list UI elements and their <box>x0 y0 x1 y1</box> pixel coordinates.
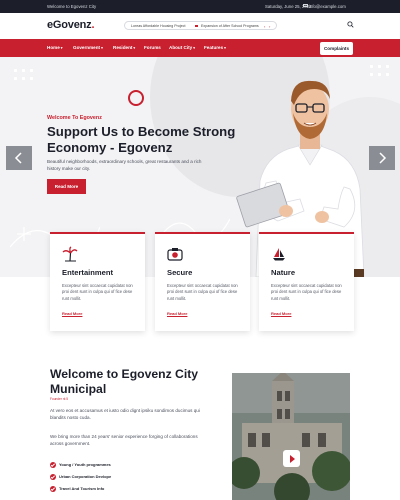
hero-decor-ring <box>128 90 144 106</box>
about-list-label: Urban Corporation Devlope <box>59 474 112 480</box>
feature-card-secure: Secure Excepteur sint occaecat cupidatat… <box>155 232 250 331</box>
chevron-right-icon <box>379 152 387 164</box>
nav-item-government[interactable]: Government▾ <box>73 45 103 50</box>
hero-description: Beautiful neighborhoods, extraordinary s… <box>47 159 202 171</box>
chevron-down-icon: ▾ <box>101 46 103 50</box>
chevron-left-icon <box>14 152 22 164</box>
card-read-more-link[interactable]: Read More <box>167 311 187 316</box>
nav-item-label: About City <box>169 45 193 50</box>
feature-card-nature: Nature Excepteur sint occaecat cupidatat… <box>259 232 354 331</box>
chevron-down-icon: ▾ <box>60 46 63 50</box>
check-icon <box>50 462 56 468</box>
play-video-button[interactable] <box>283 450 300 467</box>
ticker-next-icon[interactable]: › <box>269 24 270 29</box>
card-title: Nature <box>271 268 296 277</box>
check-icon <box>50 474 56 480</box>
about-paragraph: At vero eos et accusamus et iusto odio d… <box>50 408 200 421</box>
ticker-prev-icon[interactable]: ‹ <box>264 24 265 29</box>
check-icon <box>50 486 56 492</box>
nav-item-home[interactable]: Home▾ <box>47 45 62 50</box>
search-icon[interactable] <box>347 21 354 28</box>
slider-prev-button[interactable] <box>6 146 32 170</box>
city-hall-photo <box>232 373 350 500</box>
top-bar-welcome: Welcome to Egovenz City <box>47 4 97 9</box>
hero-tagline: Welcome To Egovenz <box>47 115 102 121</box>
nav-item-label: Home <box>47 45 60 50</box>
nav-item-resident[interactable]: Resident▾ <box>113 45 135 50</box>
about-list-item: Travel And Tourism Info <box>50 486 104 492</box>
card-title: Entertainment <box>62 268 114 277</box>
about-list-label: Young / Youth programmes <box>59 462 111 468</box>
about-list-label: Travel And Tourism Info <box>59 486 105 492</box>
site-logo[interactable]: eGovenz. <box>47 19 95 31</box>
news-ticker[interactable]: Loreas Affordable Housing Project Expans… <box>124 21 277 30</box>
nav-item-label: Government <box>73 45 101 50</box>
nav-item-about-city[interactable]: About City▾ <box>169 45 195 50</box>
page: Welcome to Egovenz City Saturday, June 2… <box>0 0 400 500</box>
hero-read-more-button[interactable]: Read More <box>47 179 86 194</box>
nav-item-features[interactable]: Features▾ <box>204 45 226 50</box>
nav-item-label: Forums <box>144 45 161 50</box>
top-bar: Welcome to Egovenz City Saturday, June 2… <box>0 0 400 13</box>
about-list-item: Urban Corporation Devlope <box>50 474 111 480</box>
chevron-down-icon: ▾ <box>133 46 136 50</box>
palm-tree-icon <box>62 246 78 262</box>
site-header: eGovenz. Loreas Affordable Housing Proje… <box>0 13 400 39</box>
main-nav: Home▾ Government▾ Resident▾ Forums About… <box>0 39 400 57</box>
about-paragraph: We bring more than 24 years' senior expe… <box>50 434 198 447</box>
chevron-down-icon: ▾ <box>224 46 226 50</box>
card-read-more-link[interactable]: Read More <box>62 311 82 316</box>
nav-item-forums[interactable]: Forums <box>144 45 161 50</box>
card-description: Excepteur sint occaecat cupidatat non pr… <box>62 283 133 301</box>
card-description: Excepteur sint occaecat cupidatat non pr… <box>167 283 238 301</box>
logo-text: eGovenz <box>47 19 92 31</box>
card-description: Excepteur sint occaecat cupidatat non pr… <box>271 283 342 301</box>
ticker-item[interactable]: Expansion of After School Programs <box>201 24 259 28</box>
mail-icon <box>303 3 308 8</box>
chevron-down-icon: ▾ <box>193 46 195 50</box>
about-title: Welcome to Egovenz City Municipal <box>50 367 199 396</box>
nav-item-label: Resident <box>113 45 133 50</box>
complaints-button[interactable]: Complaints <box>320 41 353 55</box>
card-title: Secure <box>167 268 193 277</box>
top-bar-email[interactable]: info@example.com <box>309 4 346 9</box>
feature-card-entertainment: Entertainment Excepteur sint occaecat cu… <box>50 232 145 331</box>
card-read-more-link[interactable]: Read More <box>271 311 291 316</box>
ticker-item[interactable]: Loreas Affordable Housing Project <box>131 24 185 28</box>
nav-item-label: Features <box>204 45 224 50</box>
about-list-item: Young / Youth programmes <box>50 462 111 468</box>
logo-dot: . <box>91 19 95 31</box>
slider-next-button[interactable] <box>369 146 395 170</box>
ticker-bullet-icon <box>195 24 198 28</box>
sailboat-icon <box>273 248 285 261</box>
about-subtitle: Founder rk 5 <box>50 397 69 401</box>
camera-icon <box>167 248 183 261</box>
